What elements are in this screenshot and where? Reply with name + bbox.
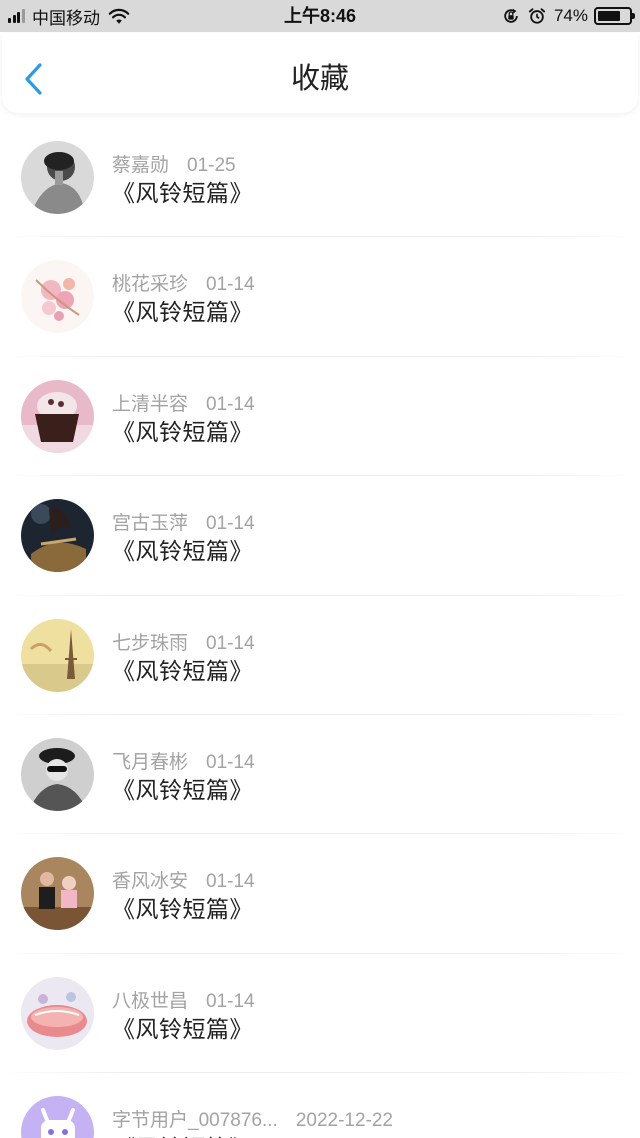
- item-date: 01-14: [206, 871, 255, 893]
- avatar[interactable]: [21, 499, 94, 573]
- item-date: 01-14: [206, 990, 255, 1012]
- item-title[interactable]: 《风铃短篇》: [112, 1129, 253, 1138]
- avatar[interactable]: [21, 141, 94, 214]
- item-title[interactable]: 《风铃短篇》: [112, 293, 253, 327]
- author-name: 飞月春彬: [112, 751, 189, 773]
- list-item[interactable]: 上清半容 01-14 《风铃短篇》: [0, 357, 640, 477]
- status-bar: 中国移动 上午8:46 74%: [0, 0, 640, 32]
- item-title[interactable]: 《风铃短篇》: [112, 174, 253, 208]
- item-title[interactable]: 《风铃短篇》: [112, 532, 253, 566]
- author-name: 桃花采珍: [112, 274, 189, 296]
- item-date: 01-14: [206, 274, 255, 296]
- item-title[interactable]: 《风铃短篇》: [112, 652, 253, 686]
- author-name: 上清半容: [112, 393, 189, 415]
- avatar[interactable]: [21, 857, 94, 931]
- item-date: 01-14: [206, 751, 255, 773]
- author-name: 八极世昌: [112, 990, 189, 1012]
- item-date: 2022-12-22: [295, 1110, 394, 1132]
- page-title: 收藏: [290, 63, 349, 95]
- item-title[interactable]: 《风铃短篇》: [112, 771, 253, 805]
- nav-bar: 收藏: [2, 33, 638, 113]
- author-name: 蔡嘉勋: [112, 155, 170, 176]
- avatar[interactable]: [21, 618, 94, 692]
- favorites-list: 蔡嘉勋 01-25 《风铃短篇》 桃花采珍 01-14 《风铃短篇》 上清半容 01-…: [0, 118, 640, 1138]
- author-name: 香风冰安: [112, 871, 189, 893]
- item-date: 01-25: [187, 155, 236, 176]
- battery-percent: 74%: [553, 6, 588, 25]
- item-title[interactable]: 《风铃短篇》: [112, 1010, 253, 1044]
- item-date: 01-14: [206, 513, 255, 535]
- list-item[interactable]: 香风冰安 01-14 《风铃短篇》: [0, 834, 640, 954]
- list-item[interactable]: 宫古玉萍 01-14 《风铃短篇》: [0, 476, 640, 596]
- author-name: 宫古玉萍: [112, 513, 189, 535]
- avatar[interactable]: [21, 737, 94, 811]
- item-date: 01-14: [206, 393, 255, 415]
- avatar[interactable]: [21, 379, 94, 453]
- author-name: 七步珠雨: [112, 632, 189, 654]
- avatar[interactable]: [21, 1096, 94, 1138]
- list-item[interactable]: 七步珠雨 01-14 《风铃短篇》: [0, 596, 640, 715]
- list-item[interactable]: 八极世昌 01-14 《风铃短篇》: [0, 954, 640, 1074]
- list-item[interactable]: 桃花采珍 01-14 《风铃短篇》: [0, 237, 640, 357]
- item-title[interactable]: 《风铃短篇》: [112, 413, 253, 447]
- list-item[interactable]: 字节用户_007876... 2022-12-22 《风铃短篇》: [0, 1073, 640, 1138]
- alarm-clock-icon: [528, 8, 546, 24]
- item-date: 01-14: [206, 632, 255, 654]
- item-title[interactable]: 《风铃短篇》: [112, 890, 253, 924]
- avatar[interactable]: [21, 976, 94, 1050]
- rotation-lock-icon: [504, 8, 518, 23]
- author-name: 字节用户_007876...: [112, 1110, 278, 1132]
- battery-icon: [594, 7, 635, 25]
- avatar[interactable]: [21, 260, 94, 334]
- list-item[interactable]: 飞月春彬 01-14 《风铃短篇》: [0, 715, 640, 835]
- list-item[interactable]: 蔡嘉勋 01-25 《风铃短篇》: [0, 118, 640, 238]
